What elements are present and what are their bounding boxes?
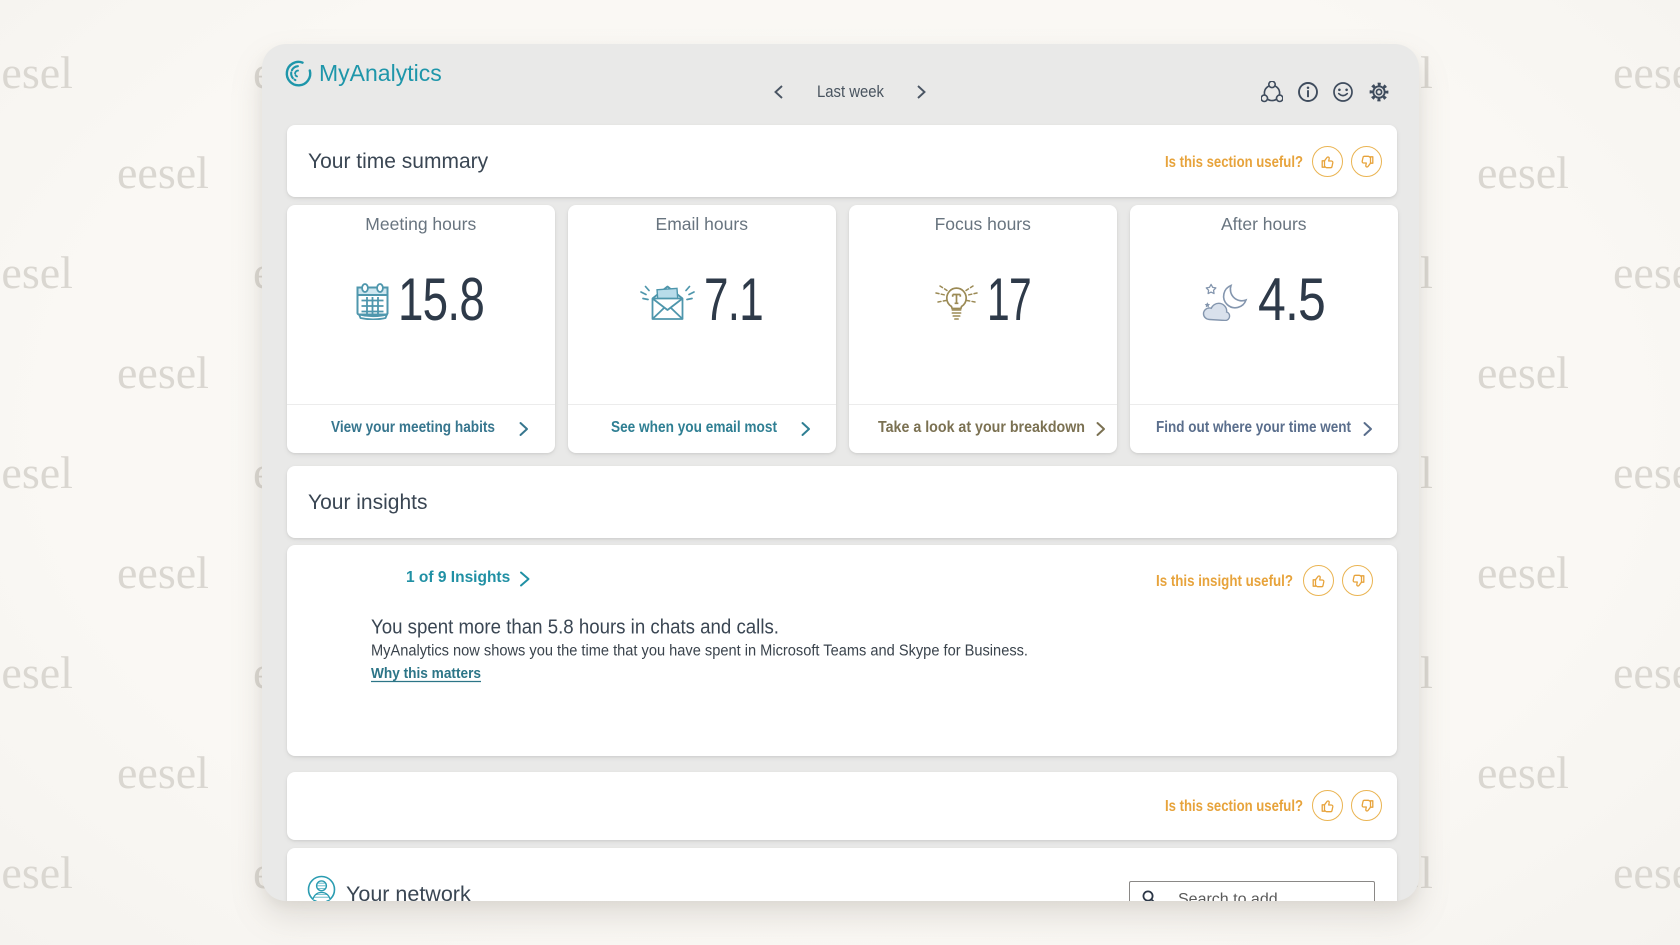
svg-text:View your meeting habits: View your meeting habits <box>331 419 495 436</box>
svg-text:You spent more than 5.8 hours: You spent more than 5.8 hours in chats a… <box>371 618 779 639</box>
svg-text:Last week: Last week <box>817 83 884 101</box>
svg-text:Is this section useful?: Is this section useful? <box>1165 798 1303 815</box>
svg-text:Is this insight useful?: Is this insight useful? <box>1156 573 1293 590</box>
svg-text:7.1: 7.1 <box>704 273 763 329</box>
svg-text:Find out where your time went: Find out where your time went <box>1156 419 1351 436</box>
svg-text:17: 17 <box>987 273 1031 329</box>
svg-text:4.5: 4.5 <box>1258 273 1325 329</box>
svg-text:Why this matters: Why this matters <box>371 665 481 682</box>
svg-text:15.8: 15.8 <box>398 273 484 329</box>
svg-text:Is this section useful?: Is this section useful? <box>1165 154 1303 171</box>
svg-text:MyAnalytics now shows you the: MyAnalytics now shows you the time that … <box>371 643 1028 660</box>
svg-text:Take a look at your breakdown: Take a look at your breakdown <box>878 419 1085 436</box>
svg-text:See when you email most: See when you email most <box>611 419 777 436</box>
